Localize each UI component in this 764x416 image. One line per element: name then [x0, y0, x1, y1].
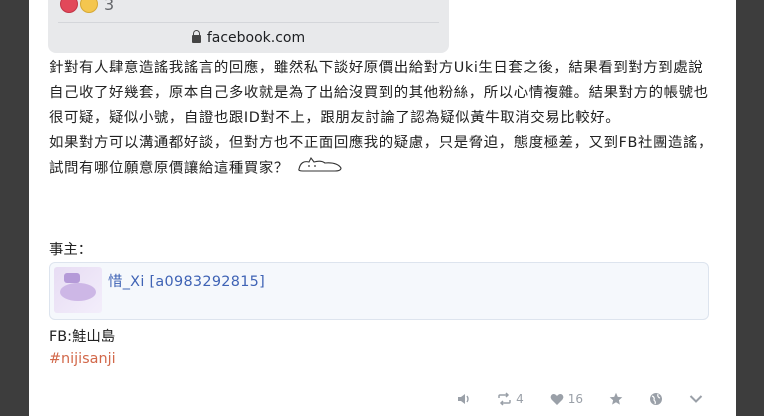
- hashtag-link[interactable]: #nijisanji: [49, 351, 116, 367]
- embed-domain-text: facebook.com: [206, 30, 306, 46]
- like-count: 16: [567, 392, 583, 406]
- favourite-button[interactable]: [609, 392, 623, 406]
- post-action-bar: 4 16: [431, 388, 703, 410]
- embed-domain[interactable]: facebook.com: [48, 30, 449, 46]
- like-button[interactable]: 16: [550, 392, 583, 406]
- post-paragraph-2-text: 如果對方可以溝通都好談，但對方也不正面回應我的疑慮，只是脅迫，態度極差，又到FB…: [49, 135, 713, 177]
- post-card: 3 facebook.com 針對有人肆意造謠我謠言的回應，雖然私下談好原價出給…: [29, 0, 736, 416]
- reblog-count: 4: [516, 392, 524, 406]
- love-reaction-icon: [60, 0, 78, 13]
- mute-button[interactable]: [457, 392, 471, 406]
- reaction-summary[interactable]: 3: [60, 0, 114, 14]
- post-paragraph-2: 如果對方可以溝通都好談，但對方也不正面回應我的疑慮，只是脅迫，態度極差，又到FB…: [49, 131, 717, 182]
- reblog-button[interactable]: 4: [497, 392, 524, 406]
- account-preview-card[interactable]: 惜_Xi [a0983292815]: [49, 262, 709, 320]
- cat-sticker-icon: [297, 156, 343, 181]
- reaction-count: 3: [104, 0, 115, 14]
- facebook-link-preview[interactable]: 3 facebook.com: [48, 0, 449, 53]
- post-paragraph-1: 針對有人肆意造謠我謠言的回應，雖然私下談好原價出給對方Uki生日套之後，結果看到…: [49, 60, 709, 126]
- sad-reaction-icon: [80, 0, 98, 13]
- expand-button[interactable]: [689, 394, 703, 404]
- account-link[interactable]: 惜_Xi [a0983292815]: [108, 270, 265, 291]
- owner-label: 事主：: [49, 242, 93, 258]
- heart-icon: [550, 393, 564, 405]
- reblog-icon: [498, 392, 511, 406]
- globe-icon: [650, 393, 662, 405]
- speaker-icon: [458, 394, 469, 404]
- fb-info: FB:鮭山島: [49, 329, 116, 345]
- chevron-down-icon: [689, 395, 703, 403]
- visibility-button[interactable]: [649, 392, 663, 406]
- embed-divider: [58, 22, 439, 23]
- star-icon: [609, 392, 623, 405]
- account-thumbnail: [54, 267, 102, 313]
- lock-icon: [191, 30, 201, 43]
- post-body: 針對有人肆意造謠我謠言的回應，雖然私下談好原價出給對方Uki生日套之後，結果看到…: [49, 56, 717, 182]
